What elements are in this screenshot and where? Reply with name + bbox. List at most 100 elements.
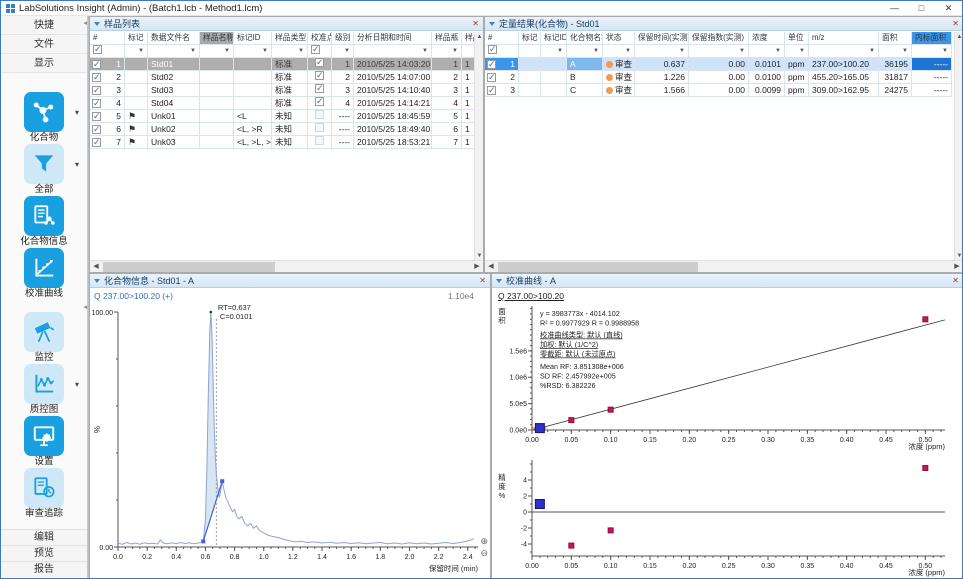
table-cell[interactable]: 1 <box>432 58 462 71</box>
table-cell[interactable]: 36195 <box>879 58 912 71</box>
sidebar-menu-item[interactable]: 显示 <box>1 54 87 73</box>
quant-results-panel-header[interactable]: 定量结果(化合物) - Std01 ✕ <box>485 17 963 31</box>
collapse-triangle-icon[interactable] <box>94 279 100 283</box>
checkbox[interactable] <box>93 45 102 54</box>
table-cell[interactable]: A <box>567 58 603 71</box>
table-cell[interactable]: 标准 <box>272 84 308 97</box>
zoom-in-button[interactable]: ⊕ <box>480 536 488 546</box>
checkbox[interactable] <box>315 71 324 80</box>
minimize-button[interactable]: — <box>881 1 908 16</box>
filter-cell[interactable]: ▼ <box>689 45 749 58</box>
column-header[interactable]: 浓度 <box>749 32 785 45</box>
table-cell[interactable]: 1 <box>485 58 519 71</box>
scroll-left-icon[interactable]: ◀ <box>485 261 497 273</box>
table-cell[interactable]: ----- <box>912 71 952 84</box>
filter-cell[interactable]: ▼ <box>603 45 635 58</box>
filter-icon[interactable]: ▼ <box>262 45 268 57</box>
quant-vertical-scrollbar[interactable]: ▲ ▼ <box>954 32 963 261</box>
table-cell[interactable]: 3 <box>90 84 125 97</box>
table-row[interactable]: 1Std01标准12010/5/25 14:03:2011 <box>90 58 474 71</box>
table-cell[interactable] <box>200 97 234 110</box>
table-cell[interactable] <box>234 97 272 110</box>
table-cell[interactable] <box>125 97 148 110</box>
quant-horizontal-scrollbar[interactable]: ◀ ▶ <box>485 260 963 272</box>
collapse-sidebar-handle[interactable]: ◂ <box>83 20 87 27</box>
scroll-thumb[interactable] <box>103 262 275 272</box>
column-header[interactable]: 级别 <box>332 32 354 45</box>
column-header[interactable]: 化合物名称 <box>567 32 603 45</box>
table-cell[interactable] <box>541 84 567 97</box>
table-cell[interactable]: 1 <box>462 71 474 84</box>
table-cell[interactable]: Unk02 <box>148 123 200 136</box>
table-cell[interactable]: 1 <box>462 110 474 123</box>
table-cell[interactable]: ---- <box>332 110 354 123</box>
filter-cell[interactable]: ▼ <box>567 45 603 58</box>
chevron-down-icon[interactable]: ▾ <box>75 160 79 169</box>
table-cell[interactable] <box>234 84 272 97</box>
table-cell[interactable]: 0.637 <box>635 58 689 71</box>
chromatogram-panel-header[interactable]: 化合物信息 - Std01 - A ✕ <box>90 274 490 288</box>
table-cell[interactable] <box>125 84 148 97</box>
table-cell[interactable]: 0.00 <box>689 71 749 84</box>
filter-icon[interactable]: ▼ <box>593 45 599 57</box>
checkbox[interactable] <box>92 99 101 108</box>
close-icon[interactable]: ✕ <box>952 20 959 28</box>
table-cell[interactable]: 31817 <box>879 71 912 84</box>
table-cell[interactable]: 2 <box>485 71 519 84</box>
table-cell[interactable]: 3 <box>485 84 519 97</box>
filter-icon[interactable]: ▼ <box>942 45 948 57</box>
sample-vertical-scrollbar[interactable]: ▲ ▼ <box>474 32 483 261</box>
table-cell[interactable]: <L, >R <box>234 123 272 136</box>
column-header[interactable]: 内标面积 <box>912 32 952 45</box>
sidebar-menu-item[interactable]: 快捷 <box>1 16 87 35</box>
filter-cell[interactable]: ▼ <box>234 45 272 58</box>
checkbox[interactable] <box>315 110 324 119</box>
residual-point[interactable] <box>608 528 613 533</box>
column-header[interactable]: 标记ID <box>234 32 272 45</box>
化合物-button[interactable] <box>24 92 64 132</box>
table-cell[interactable] <box>519 58 541 71</box>
collapse-sidebar-handle[interactable]: ◂ <box>83 304 87 311</box>
table-cell[interactable]: 未知 <box>272 136 308 149</box>
column-header[interactable]: 样品瓶 <box>432 32 462 45</box>
column-header[interactable]: 标记 <box>519 32 541 45</box>
column-header[interactable]: 保留时间(实测) <box>635 32 689 45</box>
table-cell[interactable]: 2010/5/25 18:53:21 <box>354 136 432 149</box>
table-cell[interactable] <box>308 84 332 97</box>
table-cell[interactable] <box>200 58 234 71</box>
checkbox[interactable] <box>315 84 324 93</box>
table-cell[interactable]: 6 <box>432 123 462 136</box>
scroll-up-icon[interactable]: ▲ <box>475 32 484 42</box>
table-cell[interactable]: <L <box>234 110 272 123</box>
table-cell[interactable] <box>519 84 541 97</box>
table-row[interactable]: 2B审查1.2260.000.0100ppm455.20>165.0531817… <box>485 71 952 84</box>
table-cell[interactable]: 309.00>162.95 <box>809 84 879 97</box>
table-cell[interactable] <box>200 71 234 84</box>
table-cell[interactable]: <L, >L, >R <box>234 136 272 149</box>
table-cell[interactable]: 2010/5/25 14:03:20 <box>354 58 432 71</box>
column-header[interactable]: # <box>485 32 519 45</box>
filter-icon[interactable]: ▼ <box>625 45 631 57</box>
column-header[interactable]: m/z <box>809 32 879 45</box>
table-cell[interactable] <box>200 136 234 149</box>
table-cell[interactable]: ---- <box>332 136 354 149</box>
table-cell[interactable]: 审查 <box>603 84 635 97</box>
table-cell[interactable] <box>541 58 567 71</box>
table-cell[interactable]: 0.0099 <box>749 84 785 97</box>
filter-icon[interactable]: ▼ <box>422 45 428 57</box>
table-cell[interactable] <box>541 71 567 84</box>
filter-cell[interactable] <box>485 45 519 58</box>
checkbox[interactable] <box>488 45 497 54</box>
close-icon[interactable]: ✕ <box>952 277 959 285</box>
close-button[interactable]: ✕ <box>935 1 962 16</box>
table-cell[interactable]: 1 <box>462 97 474 110</box>
table-cell[interactable]: ppm <box>785 84 809 97</box>
table-cell[interactable] <box>308 110 332 123</box>
table-cell[interactable]: 未知 <box>272 110 308 123</box>
table-row[interactable]: 3C审查1.5660.000.0099ppm309.00>162.9524275… <box>485 84 952 97</box>
filter-cell[interactable]: ▼ <box>354 45 432 58</box>
table-row[interactable]: 2Std02标准22010/5/25 14:07:0021 <box>90 71 474 84</box>
table-cell[interactable]: ----- <box>912 58 952 71</box>
table-cell[interactable]: 3 <box>332 84 354 97</box>
scroll-left-icon[interactable]: ◀ <box>90 261 102 273</box>
